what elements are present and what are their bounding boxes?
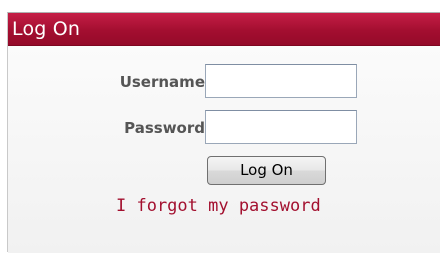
password-label: Password [124, 119, 205, 137]
panel-body: Username Password Log On I forgot my pas… [8, 46, 440, 253]
username-input[interactable] [205, 64, 357, 98]
panel-header: Log On [8, 13, 440, 46]
panel-title: Log On [12, 18, 81, 40]
username-label: Username [119, 73, 205, 91]
login-panel: Log On Username Password Log On I forgot… [7, 12, 440, 253]
forgot-password-link[interactable]: I forgot my password [116, 196, 321, 216]
log-on-button[interactable]: Log On [207, 156, 326, 185]
password-input[interactable] [205, 110, 357, 144]
